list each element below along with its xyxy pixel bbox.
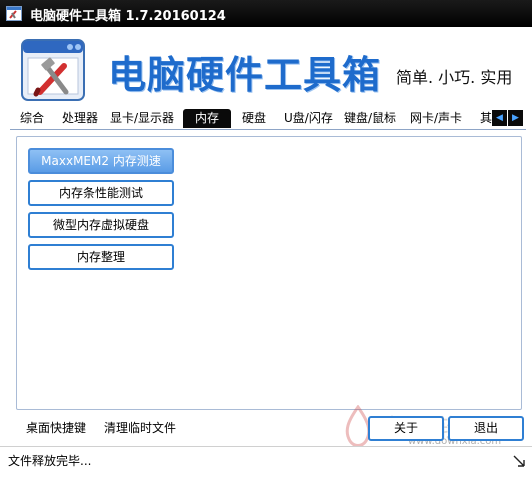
exit-button[interactable]: 退出 — [448, 416, 524, 441]
app-window-icon — [6, 6, 22, 21]
tab-cpu[interactable]: 处理器 — [58, 109, 102, 128]
tab-memory[interactable]: 内存 — [183, 109, 231, 128]
window-title: 电脑硬件工具箱 1.7.20160124 — [30, 9, 226, 24]
tab-hard-disk[interactable]: 硬盘 — [238, 109, 270, 128]
chevron-left-icon: ◀ — [496, 113, 503, 123]
about-button[interactable]: 关于 — [368, 416, 444, 441]
tab-network-sound[interactable]: 网卡/声卡 — [406, 109, 466, 128]
tab-keyboard-mouse[interactable]: 键盘/鼠标 — [340, 109, 400, 128]
memory-cleanup-button[interactable]: 内存整理 — [28, 244, 174, 270]
status-bar: 文件释放完毕... — [0, 446, 532, 477]
tab-usb-flash[interactable]: U盘/闪存 — [280, 109, 337, 128]
chevron-right-icon: ▶ — [512, 113, 519, 123]
memory-performance-test-button[interactable]: 内存条性能测试 — [28, 180, 174, 206]
tab-scroll-right[interactable]: ▶ — [508, 110, 523, 126]
app-name-banner: 电脑硬件工具箱 — [108, 52, 382, 97]
memory-tools-panel: MaxxMEM2 内存测速 内存条性能测试 微型内存虚拟硬盘 内存整理 — [16, 136, 522, 410]
tab-general[interactable]: 综合 — [16, 109, 48, 128]
ram-disk-button[interactable]: 微型内存虚拟硬盘 — [28, 212, 174, 238]
title-bar[interactable]: 电脑硬件工具箱 1.7.20160124 — [0, 0, 532, 27]
tab-graphics-display[interactable]: 显卡/显示器 — [106, 109, 178, 128]
clean-temp-files-link[interactable]: 清理临时文件 — [104, 419, 176, 436]
desktop-shortcut-link[interactable]: 桌面快捷键 — [26, 419, 86, 436]
toolbox-logo-icon — [21, 39, 85, 101]
app-window: 电脑硬件工具箱 1.7.20160124 电脑硬件工具箱 简单. 小巧. 实用 … — [0, 0, 532, 477]
status-text: 文件释放完毕... — [8, 454, 92, 468]
maxxmem2-speed-test-button[interactable]: MaxxMEM2 内存测速 — [28, 148, 174, 174]
resize-grip-icon[interactable] — [512, 454, 526, 468]
tab-scroll-left[interactable]: ◀ — [492, 110, 507, 126]
app-slogan: 简单. 小巧. 实用 — [396, 68, 513, 87]
category-tab-bar: 综合 处理器 显卡/显示器 内存 硬盘 U盘/闪存 键盘/鼠标 网卡/声卡 其 … — [10, 109, 526, 130]
